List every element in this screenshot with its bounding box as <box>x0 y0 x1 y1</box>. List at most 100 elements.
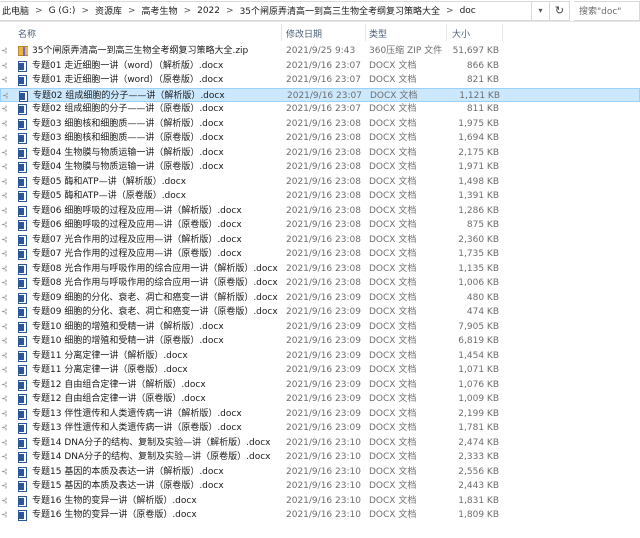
docx-icon-glyph <box>18 481 27 492</box>
docx-icon <box>18 423 28 434</box>
file-type: DOCX 文档 <box>369 118 417 129</box>
file-row[interactable]: ⊰ 专题01 走近细胞一讲（word）（解析版）.docx 2021/9/16 23… <box>0 59 640 74</box>
file-row[interactable]: ⊰ 专题03 细胞核和细胞质——讲（解析版）.docx 2021/9/16 23:0… <box>0 117 640 132</box>
docx-icon <box>18 133 28 144</box>
file-row[interactable]: ⊰ 专题10 细胞的增殖和受精一讲（原卷版）.docx 2021/9/16 23:0… <box>0 334 640 349</box>
file-size: 875 KB <box>466 220 499 230</box>
breadcrumb-item[interactable]: 高考生物 <box>140 4 180 17</box>
zip-icon <box>18 46 28 57</box>
file-row[interactable]: ⊰ 专题14 DNA分子的结构、复制及实验—讲（原卷版）.docx 2021/9/1… <box>0 450 640 465</box>
column-header-size[interactable]: 大小 <box>452 27 470 40</box>
file-row[interactable]: ⊰ 专题06 细胞呼吸的过程及应用—讲（原卷版）.docx 2021/9/16 23… <box>0 218 640 233</box>
file-row[interactable]: ⊰ 专题05 酶和ATP—讲（原卷版）.docx 2021/9/16 23:08 DO… <box>0 189 640 204</box>
column-divider[interactable] <box>281 24 282 41</box>
breadcrumb-separator[interactable]: > <box>180 6 196 16</box>
docx-icon-glyph <box>18 133 27 144</box>
breadcrumb-item[interactable]: 2022 <box>195 6 222 16</box>
docx-icon-glyph <box>18 162 27 173</box>
file-row[interactable]: ⊰ 专题12 自由组合定律一讲（解析版）.docx 2021/9/16 23:09 D… <box>0 378 640 393</box>
file-row[interactable]: ⊰ 专题10 细胞的增殖和受精一讲（解析版）.docx 2021/9/16 23:0… <box>0 320 640 335</box>
file-name: 专题05 酶和ATP—讲（解析版）.docx <box>32 176 187 187</box>
breadcrumb-separator[interactable]: > <box>31 6 47 16</box>
file-row[interactable]: ⊰ 专题15 基因的本质及表达一讲（原卷版）.docx 2021/9/16 23:1… <box>0 479 640 494</box>
file-row[interactable]: ⊰ 专题07 光合作用的过程及应用—讲（解析版）.docx 2021/9/16 23… <box>0 233 640 248</box>
file-row[interactable]: ⊰ 专题02 组成细胞的分子——讲（解析版）.docx 2021/9/16 23:0… <box>0 87 640 102</box>
file-row[interactable]: ⊰ 专题13 伴性遗传和人类遗传病一讲（原卷版）.docx 2021/9/16 23… <box>0 421 640 436</box>
column-divider[interactable] <box>502 24 503 41</box>
address-bar[interactable]: 此电脑 > G (G:) > 资源库 > 高考生物 >2022 >35个闸原弄清高一到高三生物全… <box>0 0 640 22</box>
breadcrumb-separator[interactable]: > <box>442 6 458 16</box>
file-date: 2021/9/16 23:09 <box>286 292 361 303</box>
breadcrumb[interactable]: 此电脑 > G (G:) > 资源库 > 高考生物 >2022 >35个闸原弄清高一到高三生物全… <box>0 0 532 21</box>
file-row[interactable]: ⊰ 专题07 光合作用的过程及应用—讲（原卷版）.docx 2021/9/16 23… <box>0 247 640 262</box>
breadcrumb-item[interactable]: 此电脑 <box>0 4 31 17</box>
docx-icon <box>18 292 28 304</box>
column-header-type[interactable]: 类型 <box>369 27 387 40</box>
file-type: DOCX 文档 <box>369 408 417 419</box>
file-size: 7,905 KB <box>458 321 499 332</box>
search-input[interactable]: 搜索"doc" <box>574 0 640 21</box>
file-type: DOCX 文档 <box>369 423 417 433</box>
column-header-name[interactable]: 名称 <box>18 27 36 40</box>
file-size: 1,391 KB <box>458 191 499 201</box>
file-date: 2021/9/16 23:10 <box>286 437 361 448</box>
breadcrumb-item[interactable]: doc <box>458 6 478 16</box>
refresh-icon[interactable]: ↻ <box>550 0 570 21</box>
file-row[interactable]: ⊰ 专题05 酶和ATP—讲（解析版）.docx 2021/9/16 23:08 DO… <box>0 175 640 190</box>
file-size: 1,498 KB <box>458 176 499 187</box>
docx-icon <box>18 408 28 420</box>
file-row[interactable]: ⊰ 专题08 光合作用与呼吸作用的综合应用一讲（解析版）.docx 2021/9/1… <box>0 262 640 277</box>
file-row[interactable]: ⊰ 专题16 生物的变异一讲（原卷版）.docx 2021/9/16 23:10 DO… <box>0 508 640 523</box>
file-row[interactable]: ⊰ 专题12 自由组合定律一讲（原卷版）.docx 2021/9/16 23:09 D… <box>0 392 640 407</box>
file-type: DOCX 文档 <box>369 379 417 390</box>
chevron-down-icon[interactable]: ▾ <box>532 0 550 21</box>
breadcrumb-separator[interactable]: > <box>222 6 238 16</box>
file-row[interactable]: ⊰ 专题11 分离定律一讲（解析版）.docx 2021/9/16 23:09 DOC… <box>0 349 640 364</box>
docx-icon <box>18 118 28 130</box>
file-row[interactable]: ⊰ 专题08 光合作用与呼吸作用的综合应用一讲（原卷版）.docx 2021/9/1… <box>0 276 640 291</box>
file-row[interactable]: ⊰ 专题04 生物膜与物质运输一讲（原卷版）.docx 2021/9/16 23:0… <box>0 160 640 175</box>
docx-icon-glyph <box>18 75 27 86</box>
breadcrumb-item[interactable]: 资源库 <box>93 4 124 17</box>
column-header-date[interactable]: 修改日期 <box>286 27 322 40</box>
file-row[interactable]: ⊰ 专题11 分离定律一讲（原卷版）.docx 2021/9/16 23:09 DOC… <box>0 363 640 378</box>
pin-icon: ⊰ <box>1 205 8 215</box>
file-type: DOCX 文档 <box>369 220 417 230</box>
file-name: 专题08 光合作用与呼吸作用的综合应用一讲（解析版）.docx <box>32 263 278 274</box>
file-name: 专题11 分离定律一讲（原卷版）.docx <box>32 365 188 375</box>
file-size: 2,474 KB <box>458 437 499 448</box>
file-date: 2021/9/16 23:08 <box>286 162 361 172</box>
file-row[interactable]: ⊰ 专题14 DNA分子的结构、复制及实验—讲（解析版）.docx 2021/9/1… <box>0 436 640 451</box>
file-row[interactable]: ⊰ 专题04 生物膜与物质运输一讲（解析版）.docx 2021/9/16 23:0… <box>0 146 640 161</box>
breadcrumb-separator[interactable]: > <box>124 6 140 16</box>
docx-icon <box>18 278 28 289</box>
file-row[interactable]: ⊰ 35个闸原弄清高一到高三生物全考纲复习策略大全.zip 2021/9/25 9:… <box>0 44 640 59</box>
file-type: DOCX 文档 <box>369 495 417 506</box>
file-type: DOCX 文档 <box>369 350 417 361</box>
file-row[interactable]: ⊰ 专题02 组成细胞的分子——讲（原卷版）.docx 2021/9/16 23:0… <box>0 102 640 117</box>
file-size: 2,443 KB <box>458 481 499 491</box>
file-date: 2021/9/16 23:08 <box>286 220 361 230</box>
file-list: ⊰ 35个闸原弄清高一到高三生物全考纲复习策略大全.zip 2021/9/25 9:… <box>0 44 640 523</box>
breadcrumb-separator[interactable]: > <box>77 6 93 16</box>
file-type: DOCX 文档 <box>369 336 417 346</box>
file-size: 2,333 KB <box>458 452 499 462</box>
file-row[interactable]: ⊰ 专题03 细胞核和细胞质——讲（原卷版）.docx 2021/9/16 23:0… <box>0 131 640 146</box>
pin-icon: ⊰ <box>1 394 8 403</box>
file-row[interactable]: ⊰ 专题15 基因的本质及表达一讲（解析版）.docx 2021/9/16 23:1… <box>0 465 640 480</box>
breadcrumb-item[interactable]: 35个闸原弄清高一到高三生物全考纲复习策略大全 <box>238 4 442 17</box>
pin-icon: ⊰ <box>1 147 8 157</box>
breadcrumb-item[interactable]: G (G:) <box>47 6 78 16</box>
file-row[interactable]: ⊰ 专题06 细胞呼吸的过程及应用—讲（解析版）.docx 2021/9/16 23… <box>0 204 640 219</box>
column-divider[interactable] <box>446 24 447 41</box>
docx-icon-glyph <box>18 176 27 188</box>
file-date: 2021/9/16 23:07 <box>287 90 362 101</box>
file-type: DOCX 文档 <box>369 321 417 332</box>
file-row[interactable]: ⊰ 专题09 细胞的分化、衰老、凋亡和癌变一讲（解析版）.docx 2021/9/1… <box>0 291 640 306</box>
file-row[interactable]: ⊰ 专题01 走近细胞一讲（word）（原卷版）.docx 2021/9/16 23… <box>0 73 640 88</box>
file-row[interactable]: ⊰ 专题13 伴性遗传和人类遗传病一讲（解析版）.docx 2021/9/16 23… <box>0 407 640 422</box>
file-row[interactable]: ⊰ 专题16 生物的变异一讲（解析版）.docx 2021/9/16 23:10 DO… <box>0 494 640 509</box>
column-divider[interactable] <box>365 24 366 41</box>
file-type: DOCX 文档 <box>369 234 417 245</box>
file-row[interactable]: ⊰ 专题09 细胞的分化、衰老、凋亡和癌变一讲（原卷版）.docx 2021/9/1… <box>0 305 640 320</box>
